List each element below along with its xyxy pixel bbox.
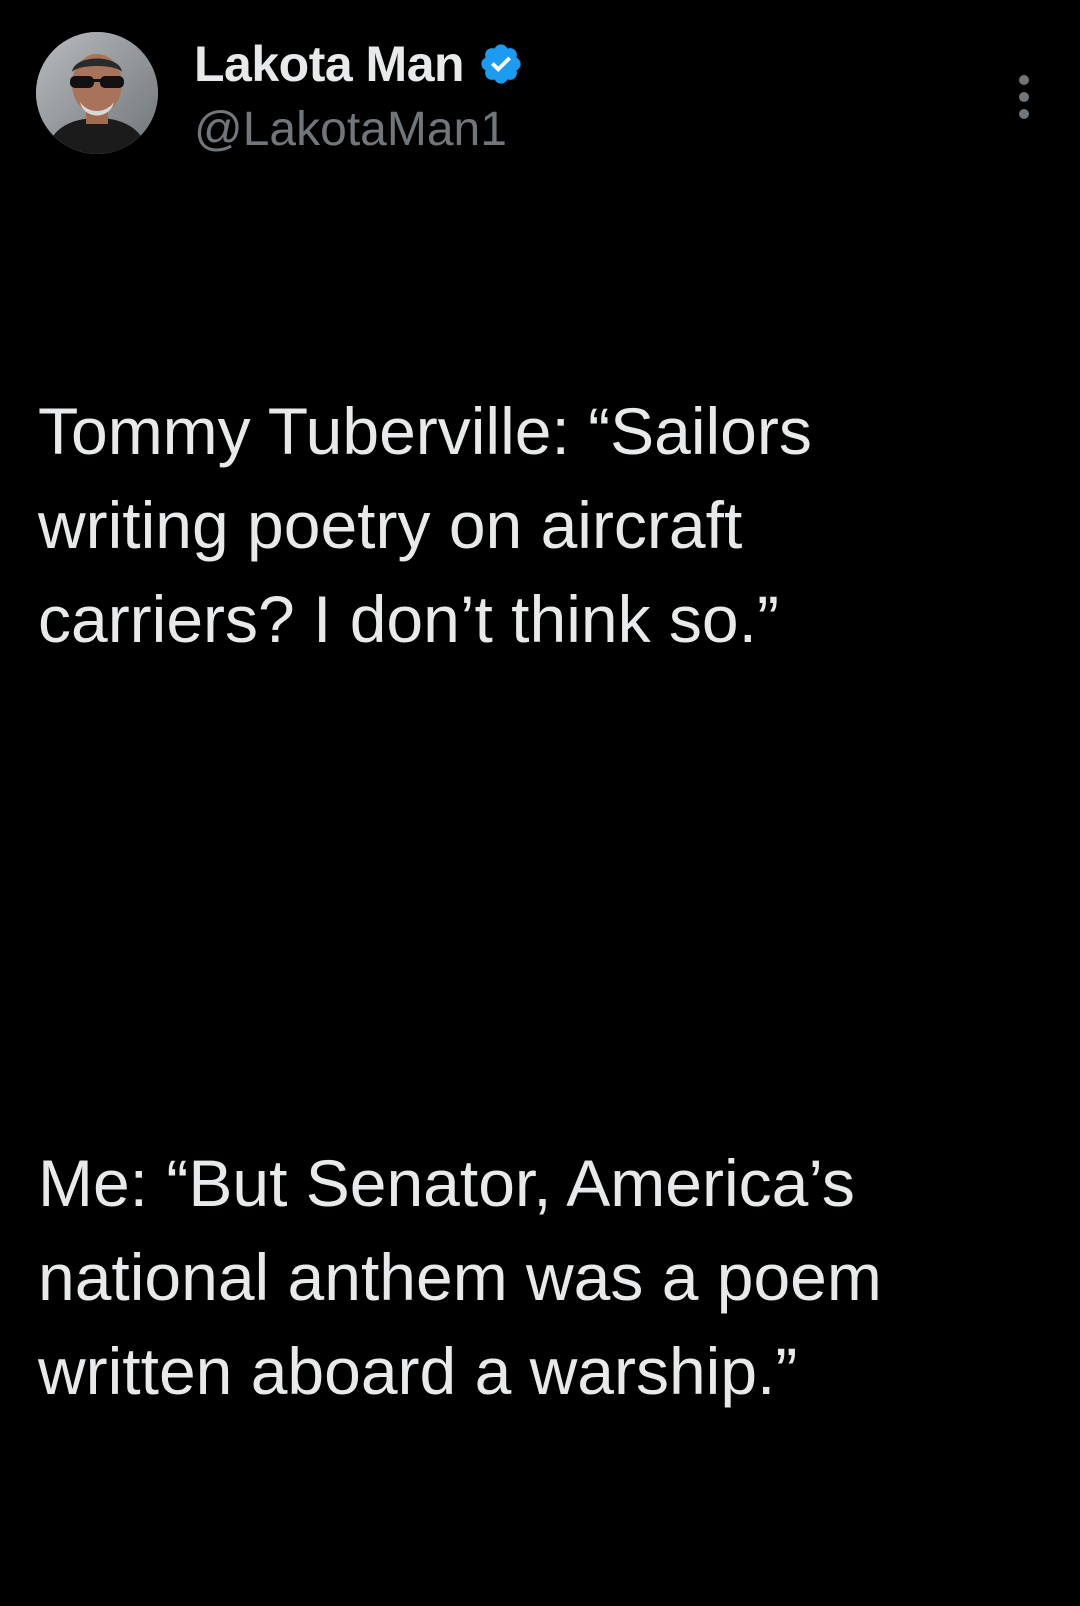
verified-badge-icon bbox=[478, 41, 524, 87]
avatar[interactable] bbox=[36, 32, 158, 154]
tweet-text: Tommy Tuberville: “Sailors writing poetr… bbox=[38, 196, 1048, 1606]
avatar-photo bbox=[36, 32, 158, 154]
tweet: Lakota Man @LakotaMan1 Tommy Tuberville:… bbox=[0, 0, 1080, 1408]
display-name[interactable]: Lakota Man bbox=[194, 35, 465, 93]
name-row: Lakota Man bbox=[194, 34, 524, 94]
tweet-header: Lakota Man @LakotaMan1 bbox=[36, 32, 1044, 156]
tweet-paragraph: Tommy Tuberville: “Sailors writing poetr… bbox=[38, 394, 812, 656]
more-vertical-icon[interactable] bbox=[1004, 62, 1044, 132]
tweet-paragraph: Me: “But Senator, America’s national ant… bbox=[38, 1146, 882, 1408]
user-handle[interactable]: @LakotaMan1 bbox=[194, 102, 507, 157]
